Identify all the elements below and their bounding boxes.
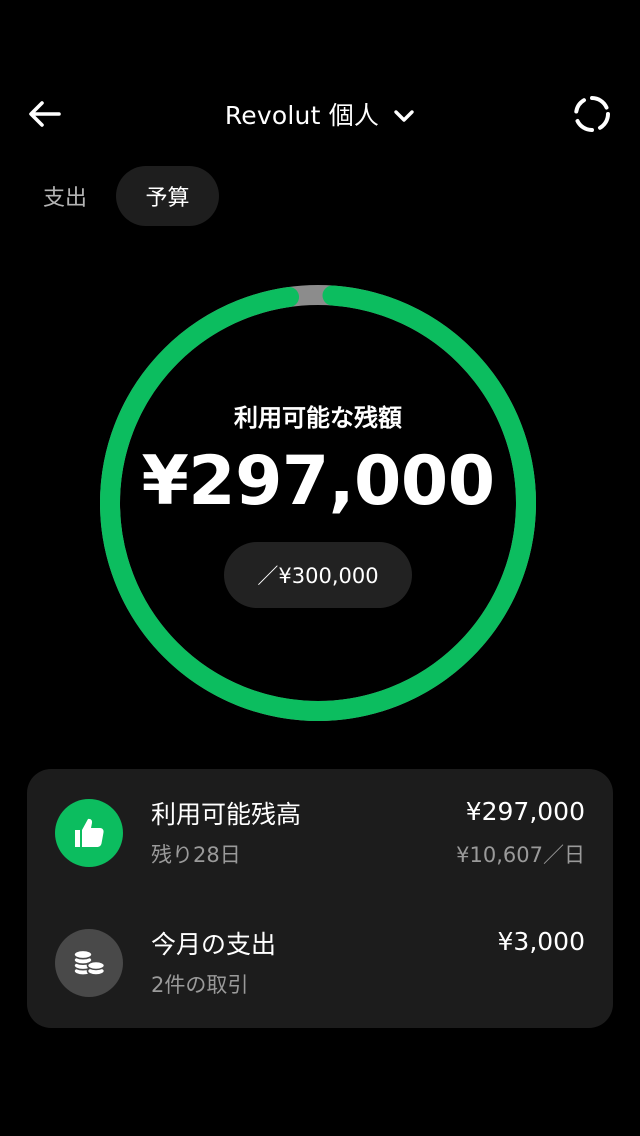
available-balance-row[interactable]: 利用可能残高 残り28日 ¥297,000 ¥10,607／日 xyxy=(27,785,613,885)
coins-icon xyxy=(55,929,123,997)
tab-budget-label: 予算 xyxy=(145,186,190,211)
arrow-left-icon xyxy=(29,101,61,127)
account-title: Revolut 個人 xyxy=(224,101,380,130)
days-remaining: 残り28日 xyxy=(151,843,241,867)
chevron-down-icon xyxy=(393,109,415,123)
available-balance-value: ¥297,000 xyxy=(465,797,585,826)
monthly-spending-title: 今月の支出 xyxy=(151,930,277,959)
available-balance-amount: ¥297,000 xyxy=(141,442,495,521)
budget-total-pill: ／¥300,000 xyxy=(224,542,412,608)
available-balance-title: 利用可能残高 xyxy=(151,800,302,829)
available-balance-label: 利用可能な残額 xyxy=(234,404,402,432)
monthly-spending-row[interactable]: 今月の支出 2件の取引 ¥3,000 xyxy=(27,915,613,1015)
transaction-count: 2件の取引 xyxy=(151,973,249,997)
thumbs-up-icon xyxy=(55,799,123,867)
tab-spending[interactable]: 支出 xyxy=(30,166,100,226)
tab-budget[interactable]: 予算 xyxy=(116,166,219,226)
refresh-button[interactable] xyxy=(568,90,616,138)
loading-ring-icon xyxy=(574,96,610,133)
back-button[interactable] xyxy=(22,92,66,136)
budget-total: ／¥300,000 xyxy=(257,564,379,588)
tab-spending-label: 支出 xyxy=(42,186,87,211)
daily-allowance: ¥10,607／日 xyxy=(456,843,585,867)
summary-card: 利用可能残高 残り28日 ¥297,000 ¥10,607／日 今月の支出 2件… xyxy=(27,769,613,1028)
account-selector[interactable]: Revolut 個人 xyxy=(150,92,490,136)
monthly-spending-value: ¥3,000 xyxy=(497,927,585,956)
